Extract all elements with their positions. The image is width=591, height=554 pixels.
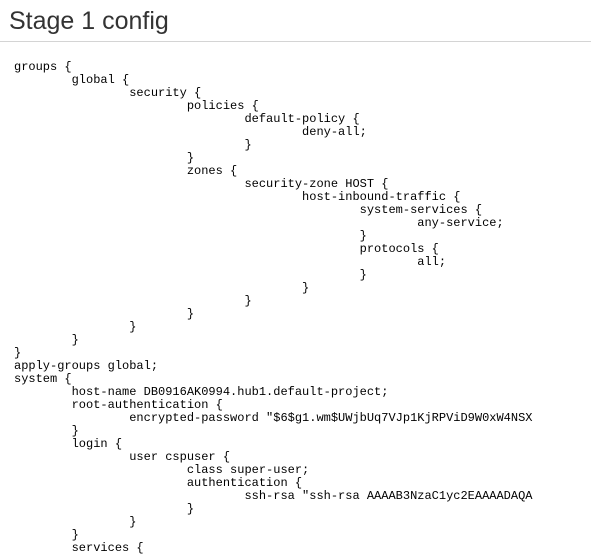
title-divider (0, 41, 591, 42)
config-code-block: groups { global { security { policies { … (14, 60, 533, 554)
config-page: Stage 1 config groups { global { securit… (0, 0, 591, 554)
page-title: Stage 1 config (9, 7, 169, 35)
